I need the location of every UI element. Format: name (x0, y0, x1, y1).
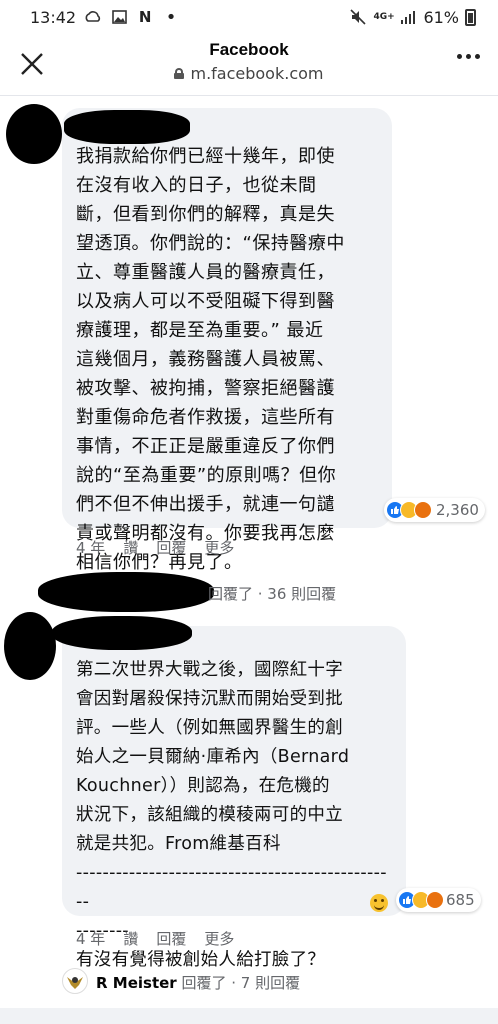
battery-percent: 61% (423, 7, 459, 27)
comment-actions: 4 年 讚 回覆 更多 (76, 537, 234, 558)
redacted-avatar (4, 612, 56, 680)
reply-button[interactable]: 回覆 (156, 537, 186, 558)
url-text: m.facebook.com (190, 64, 324, 83)
browser-header: Facebook m.facebook.com (0, 34, 498, 96)
mute-icon (349, 8, 367, 26)
avatar[interactable] (62, 968, 88, 994)
more-dot-icon (466, 54, 471, 59)
status-time: 13:42 (30, 7, 77, 27)
bottom-divider (0, 1008, 498, 1024)
battery-icon (465, 8, 476, 26)
reply-preview[interactable]: R Meister 回覆了 · 7 則回覆 (96, 972, 300, 993)
more-options-button[interactable] (457, 54, 480, 59)
more-dot-icon (457, 54, 462, 59)
notification-dot-icon: • (165, 6, 177, 28)
more-button[interactable]: 更多 (204, 928, 234, 949)
page-title: Facebook (209, 40, 289, 59)
reply-summary-text: 回覆了 · 36 則回覆 (208, 585, 337, 603)
reply-button[interactable]: 回覆 (156, 928, 186, 949)
angry-reaction-icon (414, 501, 432, 519)
reaction-summary[interactable]: 2,360 (384, 498, 485, 522)
network-type: 4G+ (373, 11, 395, 22)
angry-reaction-icon (426, 891, 444, 909)
redacted-author-name (52, 616, 192, 650)
more-button[interactable]: 更多 (204, 537, 234, 558)
status-bar: 13:42 N • 4G+ 61% (0, 0, 498, 34)
signal-icon (399, 8, 417, 26)
reaction-summary[interactable]: 685 (396, 888, 481, 912)
netflix-n-icon: N (138, 8, 152, 26)
reaction-count: 685 (446, 891, 475, 909)
smiling-emoji-icon (370, 894, 388, 912)
url-display: m.facebook.com (0, 64, 498, 83)
comment-bubble: 第二次世界大戰之後，國際紅十字 會因對屠殺保持沉默而開始受到批 評。一些人（例如… (62, 626, 406, 970)
more-dot-icon (475, 54, 480, 59)
view-replies-link[interactable]: 回覆了 · 36 則回覆 (208, 583, 336, 604)
comment-text: 我捐款給你們已經十幾年，即使 在沒有收入的日子，也從未間 斷，但看到你們的解釋，… (76, 146, 345, 573)
redacted-reply-author (38, 572, 214, 612)
comment-time: 4 年 (76, 539, 106, 557)
like-button[interactable]: 讚 (123, 537, 138, 558)
eagle-logo-icon (67, 977, 83, 989)
reaction-count: 2,360 (436, 501, 479, 519)
comment-bubble: 我捐款給你們已經十幾年，即使 在沒有收入的日子，也從未間 斷，但看到你們的解釋，… (62, 108, 392, 573)
redacted-author-name (64, 110, 190, 144)
comment-time: 4 年 (76, 930, 106, 948)
facebook-comments-page: 13:42 N • 4G+ 61% Facebook m.facebook.co… (0, 0, 498, 1024)
reply-preview-text: 回覆了 · 7 則回覆 (176, 974, 301, 992)
redacted-avatar (6, 104, 62, 164)
like-button[interactable]: 讚 (123, 928, 138, 949)
gallery-icon (110, 8, 128, 26)
reply-author: R Meister (96, 974, 177, 992)
lock-icon (174, 68, 185, 79)
comment-actions: 4 年 讚 回覆 更多 (76, 928, 234, 949)
cloud-sync-icon (84, 8, 102, 26)
